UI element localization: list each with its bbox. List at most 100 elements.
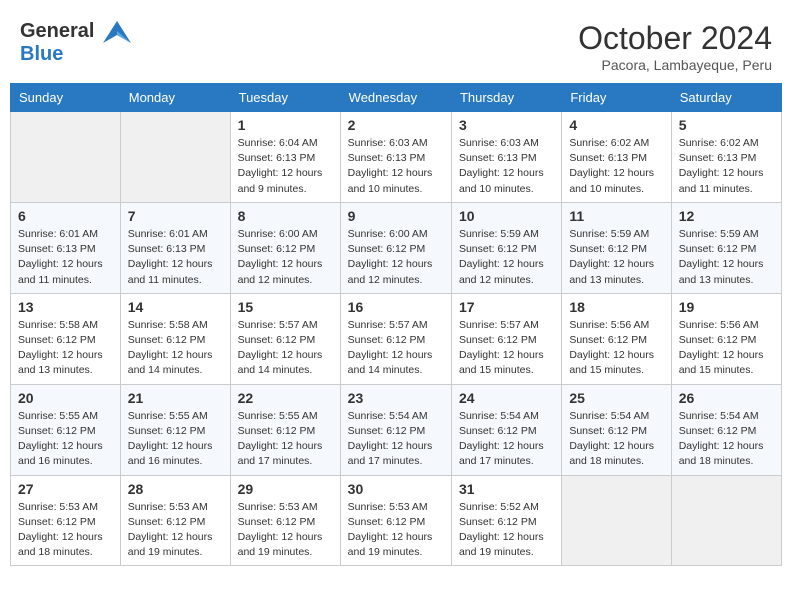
day-number: 21	[128, 390, 223, 406]
calendar-cell: 29 Sunrise: 5:53 AM Sunset: 6:12 PM Dayli…	[230, 475, 340, 566]
day-info: Sunrise: 5:53 AM Sunset: 6:12 PM Dayligh…	[18, 500, 113, 561]
day-info: Sunrise: 6:02 AM Sunset: 6:13 PM Dayligh…	[679, 136, 774, 197]
day-number: 22	[238, 390, 333, 406]
day-info: Sunrise: 5:59 AM Sunset: 6:12 PM Dayligh…	[679, 227, 774, 288]
calendar-cell: 2 Sunrise: 6:03 AM Sunset: 6:13 PM Daylig…	[340, 112, 451, 203]
calendar-cell: 13Sunrise: 5:58 AM Sunset: 6:12 PM Dayli…	[11, 293, 121, 384]
calendar-week-row: 20 Sunrise: 5:55 AM Sunset: 6:12 PM Dayli…	[11, 384, 782, 475]
day-number: 27	[18, 481, 113, 497]
calendar-cell: 4Sunrise: 6:02 AM Sunset: 6:13 PM Daylig…	[562, 112, 671, 203]
day-info: Sunrise: 5:53 AM Sunset: 6:12 PM Dayligh…	[238, 500, 333, 561]
calendar-cell: 14Sunrise: 5:58 AM Sunset: 6:12 PM Dayli…	[120, 293, 230, 384]
day-info: Sunrise: 6:03 AM Sunset: 6:13 PM Dayligh…	[459, 136, 554, 197]
day-info: Sunrise: 5:54 AM Sunset: 6:12 PM Dayligh…	[679, 409, 774, 470]
calendar-cell: 17Sunrise: 5:57 AM Sunset: 6:12 PM Dayli…	[451, 293, 561, 384]
day-number: 24	[459, 390, 554, 406]
logo: General Blue	[20, 20, 131, 66]
day-number: 9	[348, 208, 444, 224]
calendar-header-row: SundayMondayTuesdayWednesdayThursdayFrid…	[11, 84, 782, 112]
calendar-cell: 19 Sunrise: 5:56 AM Sunset: 6:12 PM Dayli…	[671, 293, 781, 384]
day-info: Sunrise: 6:03 AM Sunset: 6:13 PM Dayligh…	[348, 136, 444, 197]
day-number: 26	[679, 390, 774, 406]
calendar-cell: 27 Sunrise: 5:53 AM Sunset: 6:12 PM Dayli…	[11, 475, 121, 566]
day-info: Sunrise: 5:57 AM Sunset: 6:12 PM Dayligh…	[238, 318, 333, 379]
weekday-header-friday: Friday	[562, 84, 671, 112]
calendar-cell: 16Sunrise: 5:57 AM Sunset: 6:12 PM Dayli…	[340, 293, 451, 384]
calendar-cell	[120, 112, 230, 203]
calendar-cell: 11 Sunrise: 5:59 AM Sunset: 6:12 PM Dayli…	[562, 202, 671, 293]
calendar-cell: 23 Sunrise: 5:54 AM Sunset: 6:12 PM Dayli…	[340, 384, 451, 475]
day-number: 20	[18, 390, 113, 406]
day-number: 5	[679, 117, 774, 133]
day-info: Sunrise: 5:59 AM Sunset: 6:12 PM Dayligh…	[459, 227, 554, 288]
day-number: 15	[238, 299, 333, 315]
calendar-body: 1 Sunrise: 6:04 AM Sunset: 6:13 PM Daylig…	[11, 112, 782, 566]
calendar-cell	[11, 112, 121, 203]
calendar-cell: 30 Sunrise: 5:53 AM Sunset: 6:12 PM Dayli…	[340, 475, 451, 566]
day-info: Sunrise: 5:54 AM Sunset: 6:12 PM Dayligh…	[348, 409, 444, 470]
day-info: Sunrise: 5:56 AM Sunset: 6:12 PM Dayligh…	[679, 318, 774, 379]
day-info: Sunrise: 5:53 AM Sunset: 6:12 PM Dayligh…	[128, 500, 223, 561]
calendar-cell: 25 Sunrise: 5:54 AM Sunset: 6:12 PM Dayli…	[562, 384, 671, 475]
day-number: 11	[569, 208, 663, 224]
weekday-header-sunday: Sunday	[11, 84, 121, 112]
day-number: 25	[569, 390, 663, 406]
calendar-cell: 26 Sunrise: 5:54 AM Sunset: 6:12 PM Dayli…	[671, 384, 781, 475]
calendar-cell	[671, 475, 781, 566]
calendar-cell: 5 Sunrise: 6:02 AM Sunset: 6:13 PM Daylig…	[671, 112, 781, 203]
day-number: 14	[128, 299, 223, 315]
calendar-table: SundayMondayTuesdayWednesdayThursdayFrid…	[10, 83, 782, 566]
logo-line1: General	[20, 20, 131, 43]
day-number: 23	[348, 390, 444, 406]
day-number: 16	[348, 299, 444, 315]
calendar-cell	[562, 475, 671, 566]
location-subtitle: Pacora, Lambayeque, Peru	[578, 57, 772, 73]
day-info: Sunrise: 6:00 AM Sunset: 6:12 PM Dayligh…	[348, 227, 444, 288]
day-info: Sunrise: 5:55 AM Sunset: 6:12 PM Dayligh…	[128, 409, 223, 470]
day-number: 6	[18, 208, 113, 224]
day-number: 8	[238, 208, 333, 224]
calendar-cell: 21 Sunrise: 5:55 AM Sunset: 6:12 PM Dayli…	[120, 384, 230, 475]
day-info: Sunrise: 5:52 AM Sunset: 6:12 PM Dayligh…	[459, 500, 554, 561]
calendar-cell: 3 Sunrise: 6:03 AM Sunset: 6:13 PM Daylig…	[451, 112, 561, 203]
day-number: 19	[679, 299, 774, 315]
day-info: Sunrise: 5:56 AM Sunset: 6:12 PM Dayligh…	[569, 318, 663, 379]
day-number: 2	[348, 117, 444, 133]
day-number: 30	[348, 481, 444, 497]
weekday-header-wednesday: Wednesday	[340, 84, 451, 112]
calendar-cell: 24 Sunrise: 5:54 AM Sunset: 6:12 PM Dayli…	[451, 384, 561, 475]
day-info: Sunrise: 6:01 AM Sunset: 6:13 PM Dayligh…	[128, 227, 223, 288]
page-header: General Blue October 2024 Pacora, Lambay…	[10, 10, 782, 78]
logo-bird-icon	[103, 21, 131, 43]
day-info: Sunrise: 5:55 AM Sunset: 6:12 PM Dayligh…	[18, 409, 113, 470]
calendar-cell: 8Sunrise: 6:00 AM Sunset: 6:12 PM Daylig…	[230, 202, 340, 293]
day-info: Sunrise: 5:54 AM Sunset: 6:12 PM Dayligh…	[569, 409, 663, 470]
calendar-cell: 6 Sunrise: 6:01 AM Sunset: 6:13 PM Daylig…	[11, 202, 121, 293]
calendar-week-row: 1 Sunrise: 6:04 AM Sunset: 6:13 PM Daylig…	[11, 112, 782, 203]
title-block: October 2024 Pacora, Lambayeque, Peru	[578, 20, 772, 73]
day-info: Sunrise: 6:01 AM Sunset: 6:13 PM Dayligh…	[18, 227, 113, 288]
day-number: 29	[238, 481, 333, 497]
calendar-cell: 12 Sunrise: 5:59 AM Sunset: 6:12 PM Dayli…	[671, 202, 781, 293]
calendar-cell: 10 Sunrise: 5:59 AM Sunset: 6:12 PM Dayli…	[451, 202, 561, 293]
day-number: 10	[459, 208, 554, 224]
day-number: 1	[238, 117, 333, 133]
calendar-week-row: 6 Sunrise: 6:01 AM Sunset: 6:13 PM Daylig…	[11, 202, 782, 293]
day-info: Sunrise: 5:54 AM Sunset: 6:12 PM Dayligh…	[459, 409, 554, 470]
weekday-header-thursday: Thursday	[451, 84, 561, 112]
day-number: 13	[18, 299, 113, 315]
calendar-cell: 22Sunrise: 5:55 AM Sunset: 6:12 PM Dayli…	[230, 384, 340, 475]
weekday-header-monday: Monday	[120, 84, 230, 112]
day-number: 12	[679, 208, 774, 224]
day-info: Sunrise: 5:59 AM Sunset: 6:12 PM Dayligh…	[569, 227, 663, 288]
day-number: 3	[459, 117, 554, 133]
day-number: 17	[459, 299, 554, 315]
day-info: Sunrise: 6:04 AM Sunset: 6:13 PM Dayligh…	[238, 136, 333, 197]
day-number: 4	[569, 117, 663, 133]
calendar-cell: 20 Sunrise: 5:55 AM Sunset: 6:12 PM Dayli…	[11, 384, 121, 475]
calendar-week-row: 27 Sunrise: 5:53 AM Sunset: 6:12 PM Dayli…	[11, 475, 782, 566]
weekday-header-saturday: Saturday	[671, 84, 781, 112]
day-info: Sunrise: 5:53 AM Sunset: 6:12 PM Dayligh…	[348, 500, 444, 561]
calendar-cell: 31Sunrise: 5:52 AM Sunset: 6:12 PM Dayli…	[451, 475, 561, 566]
calendar-cell: 9 Sunrise: 6:00 AM Sunset: 6:12 PM Daylig…	[340, 202, 451, 293]
